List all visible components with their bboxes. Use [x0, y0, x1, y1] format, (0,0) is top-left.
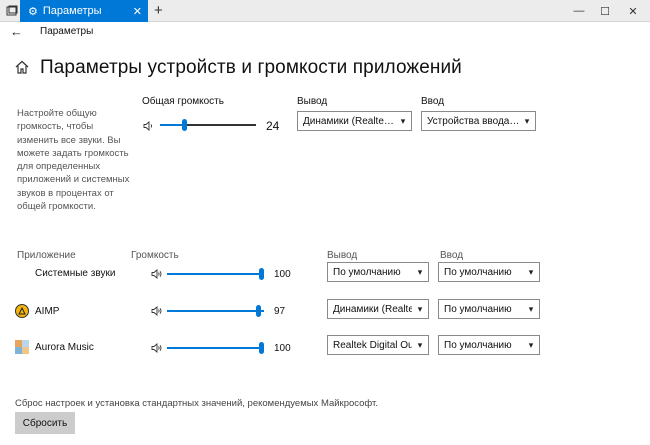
app-name-system-sounds: Системные звуки [35, 268, 116, 279]
master-input-value: Устройства ввода… [427, 115, 519, 127]
page-title: Параметры устройств и громкости приложен… [40, 57, 462, 78]
nav-title: Параметры [40, 26, 94, 37]
minimize-button[interactable]: — [566, 0, 592, 22]
col-app-header: Приложение [17, 250, 76, 261]
app-volume-value: 97 [274, 306, 286, 317]
app-output-dropdown[interactable]: По умолчанию ▾ [327, 262, 429, 282]
app-volume-value: 100 [274, 343, 291, 354]
app-name-aimp: AIMP [35, 306, 60, 317]
master-output-dropdown[interactable]: Динамики (Realte… ▾ [297, 111, 412, 131]
slider-track [167, 347, 264, 349]
window-icon[interactable] [4, 3, 20, 19]
reset-button[interactable]: Сбросить [15, 412, 75, 434]
app-output-value: Динамики (Realte [333, 303, 412, 315]
reset-description: Сброс настроек и установка стандартных з… [15, 398, 378, 409]
chevron-down-icon: ▾ [400, 115, 406, 126]
tab-close-icon[interactable]: ✕ [133, 5, 142, 18]
chevron-down-icon: ▾ [417, 266, 423, 277]
app-volume-slider[interactable] [167, 268, 264, 280]
slider-track [160, 124, 184, 126]
master-volume-slider[interactable] [160, 119, 256, 131]
gear-icon: ⚙ [28, 5, 38, 18]
slider-thumb[interactable] [256, 305, 261, 317]
nav-bar: ← Параметры [0, 22, 650, 42]
maximize-button[interactable]: ☐ [592, 0, 618, 22]
app-volume-value: 100 [274, 269, 291, 280]
tab-settings[interactable]: ⚙ Параметры ✕ [20, 0, 148, 22]
slider-thumb[interactable] [259, 268, 264, 280]
app-input-value: По умолчанию [444, 303, 512, 315]
app-name-aurora-music: Aurora Music [35, 342, 94, 353]
app-input-dropdown[interactable]: По умолчанию ▾ [438, 335, 540, 355]
speaker-icon[interactable] [143, 121, 155, 131]
close-button[interactable]: ✕ [620, 0, 646, 22]
master-volume-value: 24 [266, 119, 280, 133]
app-volume-slider[interactable] [167, 305, 264, 317]
app-input-dropdown[interactable]: По умолчанию ▾ [438, 262, 540, 282]
speaker-icon[interactable] [151, 306, 163, 316]
slider-rest [187, 124, 256, 126]
slider-thumb[interactable] [259, 342, 264, 354]
speaker-icon[interactable] [151, 269, 163, 279]
chevron-down-icon: ▾ [528, 266, 534, 277]
master-output-label: Вывод [297, 96, 328, 107]
aimp-icon [15, 304, 29, 318]
chevron-down-icon: ▾ [528, 339, 534, 350]
app-input-value: По умолчанию [444, 339, 512, 351]
chevron-down-icon: ▾ [524, 115, 530, 126]
slider-track [167, 310, 264, 312]
master-input-dropdown[interactable]: Устройства ввода… ▾ [421, 111, 536, 131]
master-description: Настройте общую громкость, чтобы изменит… [17, 108, 130, 213]
app-output-dropdown[interactable]: Динамики (Realte ▾ [327, 299, 429, 319]
app-input-value: По умолчанию [444, 266, 512, 278]
chevron-down-icon: ▾ [417, 339, 423, 350]
app-output-value: По умолчанию [333, 266, 401, 278]
col-output-header: Вывод [327, 250, 358, 261]
slider-thumb[interactable] [182, 119, 187, 131]
app-input-dropdown[interactable]: По умолчанию ▾ [438, 299, 540, 319]
master-input-label: Ввод [421, 96, 445, 107]
tab-title: Параметры [42, 5, 102, 17]
col-input-header: Ввод [440, 250, 464, 261]
slider-track [167, 273, 264, 275]
home-icon [15, 60, 29, 74]
app-output-dropdown[interactable]: Realtek Digital Ou ▾ [327, 335, 429, 355]
chevron-down-icon: ▾ [417, 303, 423, 314]
app-output-value: Realtek Digital Ou [333, 339, 412, 351]
col-volume-header: Громкость [131, 250, 179, 261]
new-tab-button[interactable]: + [154, 2, 163, 20]
app-volume-slider[interactable] [167, 342, 264, 354]
speaker-icon[interactable] [151, 343, 163, 353]
title-bar: ⚙ Параметры ✕ + — ☐ ✕ [0, 0, 650, 22]
master-output-value: Динамики (Realte… [303, 115, 394, 127]
master-volume-label: Общая громкость [142, 96, 224, 107]
aurora-music-icon [15, 340, 29, 354]
chevron-down-icon: ▾ [528, 303, 534, 314]
back-arrow-icon[interactable]: ← [10, 24, 23, 39]
